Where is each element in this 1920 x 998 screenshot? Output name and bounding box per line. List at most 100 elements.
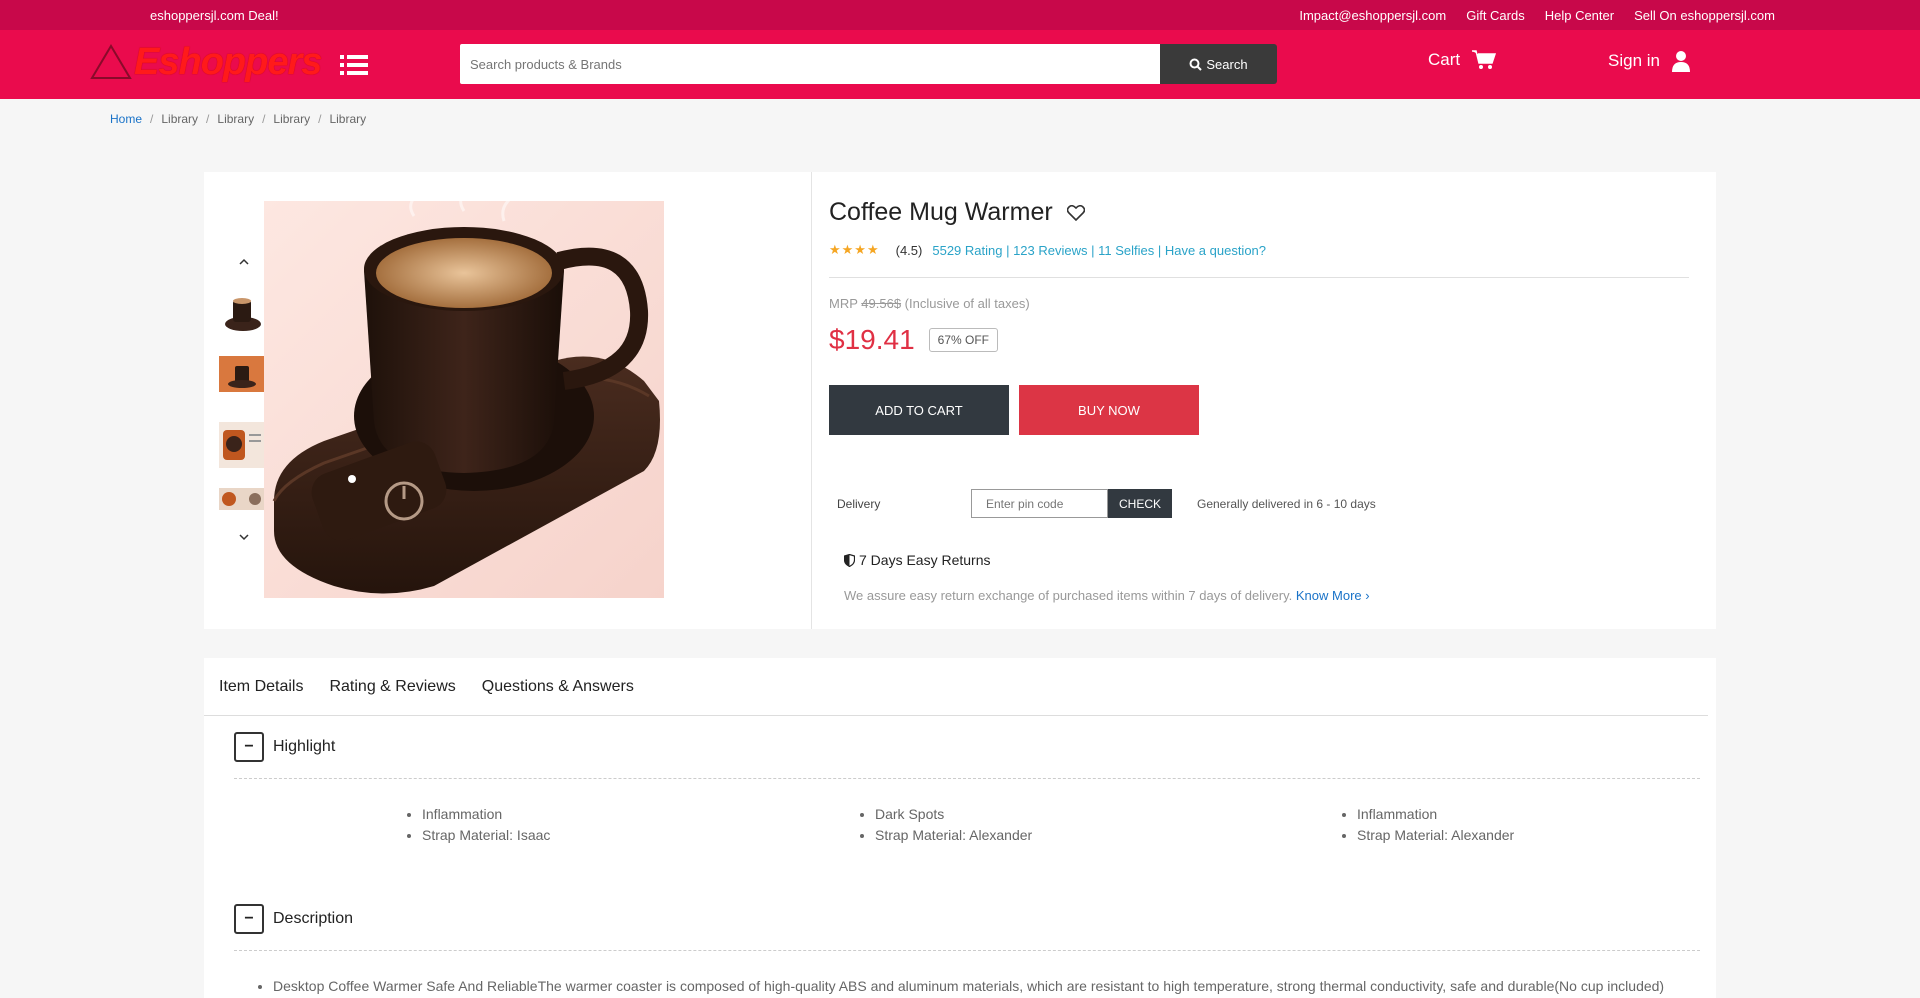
search-input[interactable] <box>460 44 1160 84</box>
highlight-column-3: Inflammation Strap Material: Alexander <box>1339 804 1514 846</box>
product-panel: Coffee Mug Warmer ★★★★ (4.5) 5529 Rating… <box>204 172 1716 629</box>
tab-bar: Item Details Rating & Reviews Questions … <box>219 678 634 696</box>
menu-list-icon[interactable] <box>340 54 368 76</box>
mug-thumbnail-image <box>219 290 265 336</box>
highlight-item: Inflammation <box>422 804 550 825</box>
mrp-value: 49.56$ <box>861 296 902 311</box>
mrp-note: (Inclusive of all taxes) <box>904 296 1030 311</box>
rating-row: ★★★★ (4.5) 5529 Rating | 123 Reviews | 1… <box>829 242 1266 258</box>
breadcrumb-item[interactable]: Library <box>273 112 310 126</box>
help-center-link[interactable]: Help Center <box>1545 8 1614 23</box>
tab-rating-reviews[interactable]: Rating & Reviews <box>329 678 455 696</box>
top-links: Impact@eshoppersjl.com Gift Cards Help C… <box>1299 8 1775 23</box>
buy-now-button[interactable]: BUY NOW <box>1019 385 1199 435</box>
section-divider <box>234 950 1700 951</box>
delivery-row: Delivery CHECK Generally delivered in 6 … <box>829 489 1376 518</box>
pincode-input[interactable] <box>971 489 1108 518</box>
thumbnail-list <box>219 290 265 530</box>
product-title: Coffee Mug Warmer <box>829 198 1053 226</box>
highlight-item: Dark Spots <box>875 804 1032 825</box>
mrp-row: MRP 49.56$ (Inclusive of all taxes) <box>829 296 1030 311</box>
description-list: Desktop Coffee Warmer Safe And ReliableT… <box>255 978 1664 994</box>
highlight-item: Strap Material: Alexander <box>1357 825 1514 846</box>
logo-text: Eshoppers <box>134 41 322 83</box>
breadcrumb-separator: / <box>150 112 154 126</box>
divider <box>829 277 1689 278</box>
breadcrumb-item[interactable]: Library <box>329 112 366 126</box>
chevron-down-icon[interactable] <box>234 530 254 544</box>
returns-title-text: 7 Days Easy Returns <box>859 552 991 568</box>
title-row: Coffee Mug Warmer <box>829 198 1085 227</box>
highlight-column-2: Dark Spots Strap Material: Alexander <box>857 804 1032 846</box>
shield-icon <box>844 553 855 567</box>
breadcrumb-separator: / <box>206 112 210 126</box>
breadcrumb-item[interactable]: Library <box>161 112 198 126</box>
signin-label: Sign in <box>1608 51 1660 70</box>
returns-title: 7 Days Easy Returns <box>844 552 991 568</box>
heart-icon[interactable] <box>1066 204 1085 221</box>
details-tabs-panel: Item Details Rating & Reviews Questions … <box>204 658 1716 998</box>
mug-thumbnail-image <box>219 422 265 468</box>
user-icon <box>1671 51 1690 72</box>
cart-icon <box>1472 50 1497 69</box>
tab-questions-answers[interactable]: Questions & Answers <box>482 678 634 696</box>
mrp-label: MRP <box>829 296 858 311</box>
cart-link[interactable]: Cart <box>1428 50 1497 70</box>
description-item: Desktop Coffee Warmer Safe And ReliableT… <box>273 978 1664 994</box>
check-pincode-button[interactable]: CHECK <box>1108 489 1172 518</box>
gift-cards-link[interactable]: Gift Cards <box>1466 8 1525 23</box>
returns-text: We assure easy return exchange of purcha… <box>844 588 1370 603</box>
search-icon <box>1189 58 1203 71</box>
impact-email-link[interactable]: Impact@eshoppersjl.com <box>1299 8 1446 23</box>
highlight-item: Strap Material: Alexander <box>875 825 1032 846</box>
price-row: $19.41 67% OFF <box>829 324 998 356</box>
price: $19.41 <box>829 324 915 355</box>
chevron-up-icon[interactable] <box>234 255 254 269</box>
deal-link[interactable]: eshoppersjl.com Deal! <box>150 8 279 23</box>
discount-badge: 67% OFF <box>928 328 998 352</box>
coffee-mug-warmer-image <box>264 201 664 598</box>
returns-description: We assure easy return exchange of purcha… <box>844 588 1293 603</box>
thumbnail-2[interactable] <box>219 356 265 402</box>
mug-thumbnail-image <box>219 488 265 510</box>
tab-item-details[interactable]: Item Details <box>219 678 303 696</box>
star-rating-icon: ★★★★ <box>829 242 880 257</box>
section-divider <box>234 778 1700 779</box>
signin-link[interactable]: Sign in <box>1608 50 1690 72</box>
add-to-cart-button[interactable]: ADD TO CART <box>829 385 1009 435</box>
know-more-label: Know More <box>1295 588 1362 603</box>
delivery-label: Delivery <box>837 496 881 511</box>
collapse-minus-icon[interactable]: − <box>234 732 264 762</box>
thumbnail-3[interactable] <box>219 422 265 468</box>
logo-triangle-icon <box>90 44 132 79</box>
main-product-image[interactable] <box>264 201 664 598</box>
description-section-header[interactable]: − Description <box>234 904 353 934</box>
breadcrumb: Home / Library / Library / Library / Lib… <box>110 112 366 126</box>
breadcrumb-home[interactable]: Home <box>110 112 142 126</box>
search-button[interactable]: Search <box>1160 44 1277 84</box>
description-title: Description <box>273 910 354 927</box>
highlight-section-header[interactable]: − Highlight <box>234 732 335 762</box>
delivery-info: Generally delivered in 6 - 10 days <box>1197 496 1376 511</box>
product-gallery <box>204 172 812 629</box>
highlight-title: Highlight <box>273 738 336 755</box>
logo[interactable]: Eshoppers <box>90 41 322 83</box>
highlight-column-1: Inflammation Strap Material: Isaac <box>404 804 550 846</box>
cart-label: Cart <box>1428 50 1461 69</box>
rating-links[interactable]: 5529 Rating | 123 Reviews | 11 Selfies |… <box>932 243 1266 258</box>
know-more-link[interactable]: Know More › <box>1296 588 1370 603</box>
sell-on-link[interactable]: Sell On eshoppersjl.com <box>1634 8 1775 23</box>
mug-thumbnail-image <box>219 356 265 402</box>
collapse-minus-icon[interactable]: − <box>234 904 264 934</box>
breadcrumb-separator: / <box>318 112 322 126</box>
highlight-item: Strap Material: Isaac <box>422 825 550 846</box>
thumbnail-1[interactable] <box>219 290 265 336</box>
highlight-item: Inflammation <box>1357 804 1514 825</box>
chevron-right-icon: › <box>1365 588 1370 603</box>
rating-value: (4.5) <box>895 242 923 258</box>
tab-divider <box>204 715 1708 716</box>
thumbnail-4[interactable] <box>219 488 265 510</box>
search-button-label: Search <box>1206 56 1248 72</box>
top-strip: eshoppersjl.com Deal! Impact@eshoppersjl… <box>0 0 1920 30</box>
breadcrumb-item[interactable]: Library <box>217 112 254 126</box>
